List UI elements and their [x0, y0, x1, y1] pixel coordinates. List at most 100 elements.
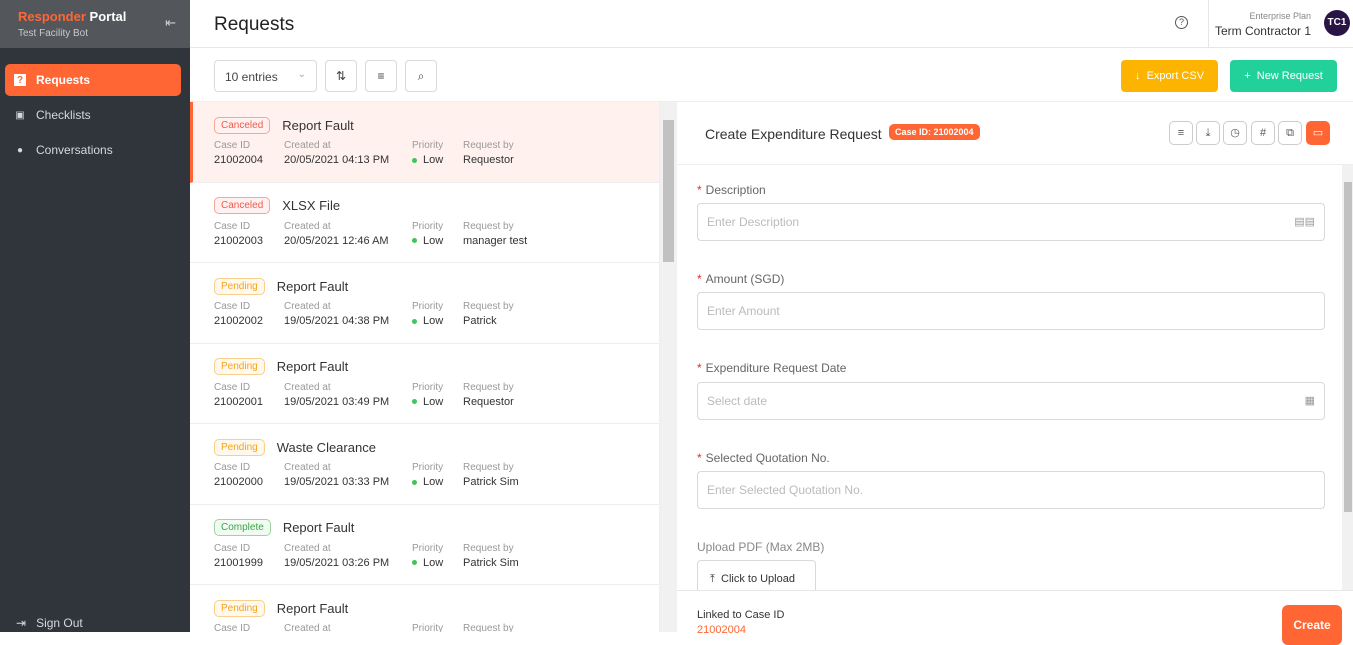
description-input[interactable]: Enter Description ▤▤ [697, 203, 1325, 241]
created-label: Created at [284, 381, 331, 393]
request-list-item[interactable]: Complete Report Fault Case ID 21001999 Cre… [190, 505, 659, 585]
priority-label: Priority [412, 462, 444, 473]
placeholder: Enter Amount [707, 304, 780, 318]
case-id-label: Case ID [214, 381, 251, 393]
quotation-input[interactable]: Enter Selected Quotation No. [697, 471, 1325, 509]
description-label: * Description [697, 183, 766, 197]
case-id-col: Case ID 21002002 [214, 301, 284, 327]
created-col: Created at 20/05/2021 12:46 AM [284, 221, 412, 247]
priority-col: Priority [412, 623, 463, 632]
sidebar-item-label: Checklists [36, 108, 91, 122]
hash-icon[interactable]: # [1251, 121, 1275, 145]
upload-button-label: Click to Upload [721, 573, 795, 585]
copy-icon[interactable]: ⧉ [1278, 121, 1302, 145]
request-by-label: Request by [463, 301, 514, 312]
request-by-value: manager test [463, 234, 528, 247]
brand-suffix: Portal [89, 9, 127, 24]
details-icon[interactable]: ≡ [1169, 121, 1193, 145]
case-id-label: Case ID [214, 140, 251, 151]
detail-title: Create Expenditure Request [705, 126, 882, 142]
request-by-col: Request by Patrick [463, 301, 514, 327]
download-icon[interactable]: ⤓ [1196, 121, 1220, 145]
request-list-item[interactable]: Pending Report Fault Case ID Created at P… [190, 585, 659, 632]
created-col: Created at 19/05/2021 03:49 PM [284, 382, 412, 408]
scrollbar-thumb[interactable] [1344, 182, 1352, 512]
case-id-col: Case ID 21002004 [214, 140, 284, 166]
date-label: * Expenditure Request Date [697, 361, 847, 375]
case-id-badge: Case ID: 21002004 [889, 124, 980, 140]
priority-dot-icon [412, 399, 417, 405]
user-name: Term Contractor 1 [1214, 24, 1311, 38]
upload-icon: ⤒ [710, 573, 715, 585]
placeholder: Enter Description [707, 215, 800, 229]
expenditure-icon[interactable]: ▭ [1306, 121, 1330, 145]
request-title: Report Fault [276, 600, 349, 616]
created-label: Created at [284, 140, 331, 151]
linked-case-id[interactable]: 21002004 [697, 624, 746, 636]
sidebar-item-requests[interactable]: ? Requests [5, 64, 181, 96]
status-badge: Complete [214, 519, 271, 536]
request-by-col: Request by Requestor [463, 382, 514, 408]
status-badge: Pending [214, 438, 265, 456]
help-icon[interactable]: ? [1175, 16, 1188, 29]
request-list-item[interactable]: Canceled XLSX File Case ID 21002003 Create… [190, 183, 659, 263]
request-by-value: Patrick [463, 315, 497, 327]
sidebar-item-checklists[interactable]: ▣ Checklists [5, 99, 181, 131]
priority-dot-icon [412, 560, 417, 566]
avatar[interactable]: TC1 [1324, 10, 1350, 36]
placeholder: Select date [707, 394, 768, 408]
scrollbar-thumb[interactable] [663, 120, 674, 262]
clipboard-icon: ▣ [15, 109, 25, 121]
detail-panel: Create Expenditure Request Case ID: 2100… [677, 102, 1353, 645]
priority-value: Low [423, 315, 444, 327]
sort-button[interactable]: ⇅ [325, 60, 357, 92]
entries-value: 10 entries [225, 70, 278, 84]
created-value: 19/05/2021 04:38 PM [284, 315, 390, 327]
status-badge: Canceled [214, 197, 271, 214]
status-badge: Pending [214, 358, 265, 375]
case-id-col: Case ID 21002001 [214, 382, 284, 408]
created-label: Created at [284, 301, 331, 312]
template-icon[interactable]: ▤▤ [1294, 215, 1315, 228]
user-menu[interactable]: Enterprise Plan Term Contractor 1 TC1 [1208, 0, 1353, 48]
request-title: Waste Clearance [276, 439, 376, 455]
request-list-item[interactable]: Canceled Report Fault Case ID 21002004 Cre… [190, 102, 659, 183]
list-scrollbar[interactable] [660, 102, 677, 632]
filter-button[interactable]: ≡ [365, 60, 397, 92]
status-badge: Pending [214, 599, 265, 617]
upload-button[interactable]: ⤒ Click to Upload [697, 560, 816, 590]
case-id-value: 21001999 [214, 556, 263, 569]
date-picker[interactable]: Select date ▦ [697, 382, 1325, 420]
request-title: Report Fault [282, 520, 355, 535]
new-request-button[interactable]: + New Request [1230, 60, 1337, 92]
request-by-col: Request by Requestor [463, 140, 514, 166]
sort-icon: ⇅ [335, 69, 347, 83]
request-list-item[interactable]: Pending Report Fault Case ID 21002002 Crea… [190, 263, 659, 344]
form-scrollbar[interactable] [1342, 165, 1353, 590]
history-icon[interactable]: ◷ [1223, 121, 1247, 145]
request-by-label: Request by [463, 140, 514, 151]
request-by-label: Request by [463, 381, 514, 393]
search-button[interactable]: ⌕ [405, 60, 437, 92]
case-id-label: Case ID [214, 542, 251, 554]
amount-input[interactable]: Enter Amount [697, 292, 1325, 330]
case-id-col: Case ID 21002003 [214, 221, 284, 247]
collapse-sidebar-icon[interactable]: ⇤ [165, 15, 176, 31]
sidebar-item-conversations[interactable]: ● Conversations [5, 134, 181, 166]
priority-value: Low [423, 395, 444, 408]
detail-footer: Linked to Case ID 21002004 Create [677, 590, 1353, 645]
request-list-item[interactable]: Pending Waste Clearance Case ID 21002000 C… [190, 424, 659, 505]
sign-out-button[interactable]: ⇥ Sign Out [16, 616, 83, 630]
request-list: Canceled Report Fault Case ID 21002004 Cre… [190, 102, 660, 632]
entries-select[interactable]: 10 entries ⌄ [214, 60, 317, 92]
request-list-item[interactable]: Pending Report Fault Case ID 21002001 Crea… [190, 344, 659, 424]
upload-label: Upload PDF (Max 2MB) [697, 540, 825, 554]
filter-icon: ≡ [377, 69, 385, 83]
download-icon: ↓ [1134, 70, 1141, 82]
export-csv-button[interactable]: ↓ Export CSV [1121, 60, 1218, 92]
export-csv-label: Export CSV [1146, 70, 1205, 82]
created-col: Created at 19/05/2021 04:38 PM [284, 301, 412, 327]
created-col: Created at 20/05/2021 04:13 PM [284, 140, 412, 166]
create-button[interactable]: Create [1282, 605, 1342, 645]
sidebar-item-label: Requests [36, 73, 91, 87]
